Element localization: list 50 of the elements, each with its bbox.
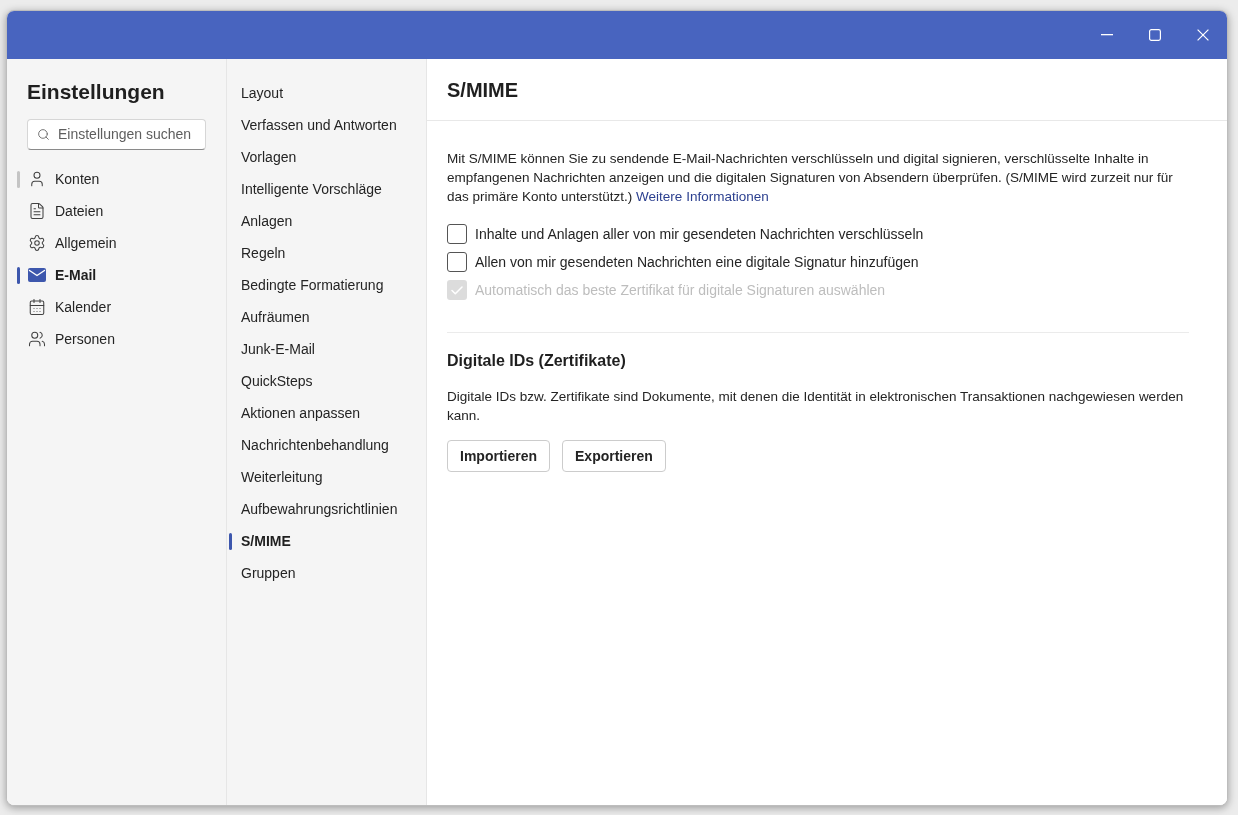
- nav-item[interactable]: Intelligente Vorschläge: [229, 173, 426, 205]
- nav-item[interactable]: Aufbewahrungsrichtlinien: [229, 493, 426, 525]
- nav-item[interactable]: Layout: [229, 77, 426, 109]
- nav-item[interactable]: Regeln: [229, 237, 426, 269]
- nav-item[interactable]: Nachrichtenbehandlung: [229, 429, 426, 461]
- description-text: Mit S/MIME können Sie zu sendende E-Mail-Nachrichten verschlüsseln und digital signieren, verschlüsselte Inhalte in empfangenen Nachrichten anzeigen und die digitalen Signaturen von Absendern überprüfen. (S/MIME wird zurzeit nur für das primäre Konto unterstützt.) Weitere Informationen: [447, 150, 1174, 206]
- close-icon: [1197, 29, 1209, 41]
- nav-item[interactable]: Vorlagen: [229, 141, 426, 173]
- action-button[interactable]: Exportieren: [562, 440, 666, 472]
- more-info-link[interactable]: Weitere Informationen: [636, 189, 769, 204]
- nav-item[interactable]: Anlagen: [229, 205, 426, 237]
- action-button[interactable]: Importieren: [447, 440, 550, 472]
- hover-indicator: [17, 170, 20, 188]
- maximize-icon: [1149, 29, 1161, 41]
- nav-item[interactable]: Aufräumen: [229, 301, 426, 333]
- nav-item[interactable]: S/MIME: [229, 525, 426, 557]
- sidebar-item[interactable]: Kalender: [17, 291, 211, 323]
- gear-icon: [28, 234, 46, 252]
- selection-indicator: [17, 266, 20, 284]
- page-title: S/MIME: [447, 77, 519, 103]
- checkbox-label: Automatisch das beste Zertifikat für digitale Signaturen auswählen: [475, 280, 886, 300]
- document-icon: [28, 202, 46, 220]
- checkbox[interactable]: [447, 224, 467, 244]
- checkbox-label: Allen von mir gesendeten Nachrichten eine digitale Signatur hinzufügen: [475, 252, 919, 272]
- sidebar-item[interactable]: Allgemein: [17, 227, 211, 259]
- sidebar-item[interactable]: E-Mail: [17, 259, 211, 291]
- nav-item[interactable]: Verfassen und Antworten: [229, 109, 426, 141]
- checkbox-label: Inhalte und Anlagen aller von mir gesendeten Nachrichten verschlüsseln: [475, 224, 924, 244]
- sidebar-item[interactable]: Dateien: [17, 195, 211, 227]
- nav-item[interactable]: Gruppen: [229, 557, 426, 589]
- nav-item[interactable]: Weiterleitung: [229, 461, 426, 493]
- check-icon: [451, 285, 463, 295]
- nav-item[interactable]: Bedingte Formatierung: [229, 269, 426, 301]
- nav-item[interactable]: Aktionen anpassen: [229, 397, 426, 429]
- minimize-icon: [1101, 34, 1113, 36]
- envelope-icon: [28, 268, 46, 282]
- section-title: Digitale IDs (Zertifikate): [447, 351, 627, 371]
- settings-title: Einstellungen: [27, 79, 166, 105]
- checkbox[interactable]: [447, 252, 467, 272]
- search-field[interactable]: Einstellungen suchen: [27, 119, 206, 150]
- sidebar-item[interactable]: Personen: [17, 323, 211, 355]
- nav-item[interactable]: Junk-E-Mail: [229, 333, 426, 365]
- search-icon: [37, 128, 50, 141]
- nav-item[interactable]: QuickSteps: [229, 365, 426, 397]
- section-description: Digitale IDs bzw. Zertifikate sind Dokumente, mit denen die Identität in elektronischen Transaktionen nachgewiesen werden kann.: [447, 388, 1185, 425]
- person-icon: [28, 170, 46, 188]
- selection-indicator: [229, 532, 232, 550]
- people-icon: [28, 330, 46, 348]
- sidebar-item[interactable]: Konten: [17, 163, 211, 195]
- calendar-icon: [28, 298, 46, 316]
